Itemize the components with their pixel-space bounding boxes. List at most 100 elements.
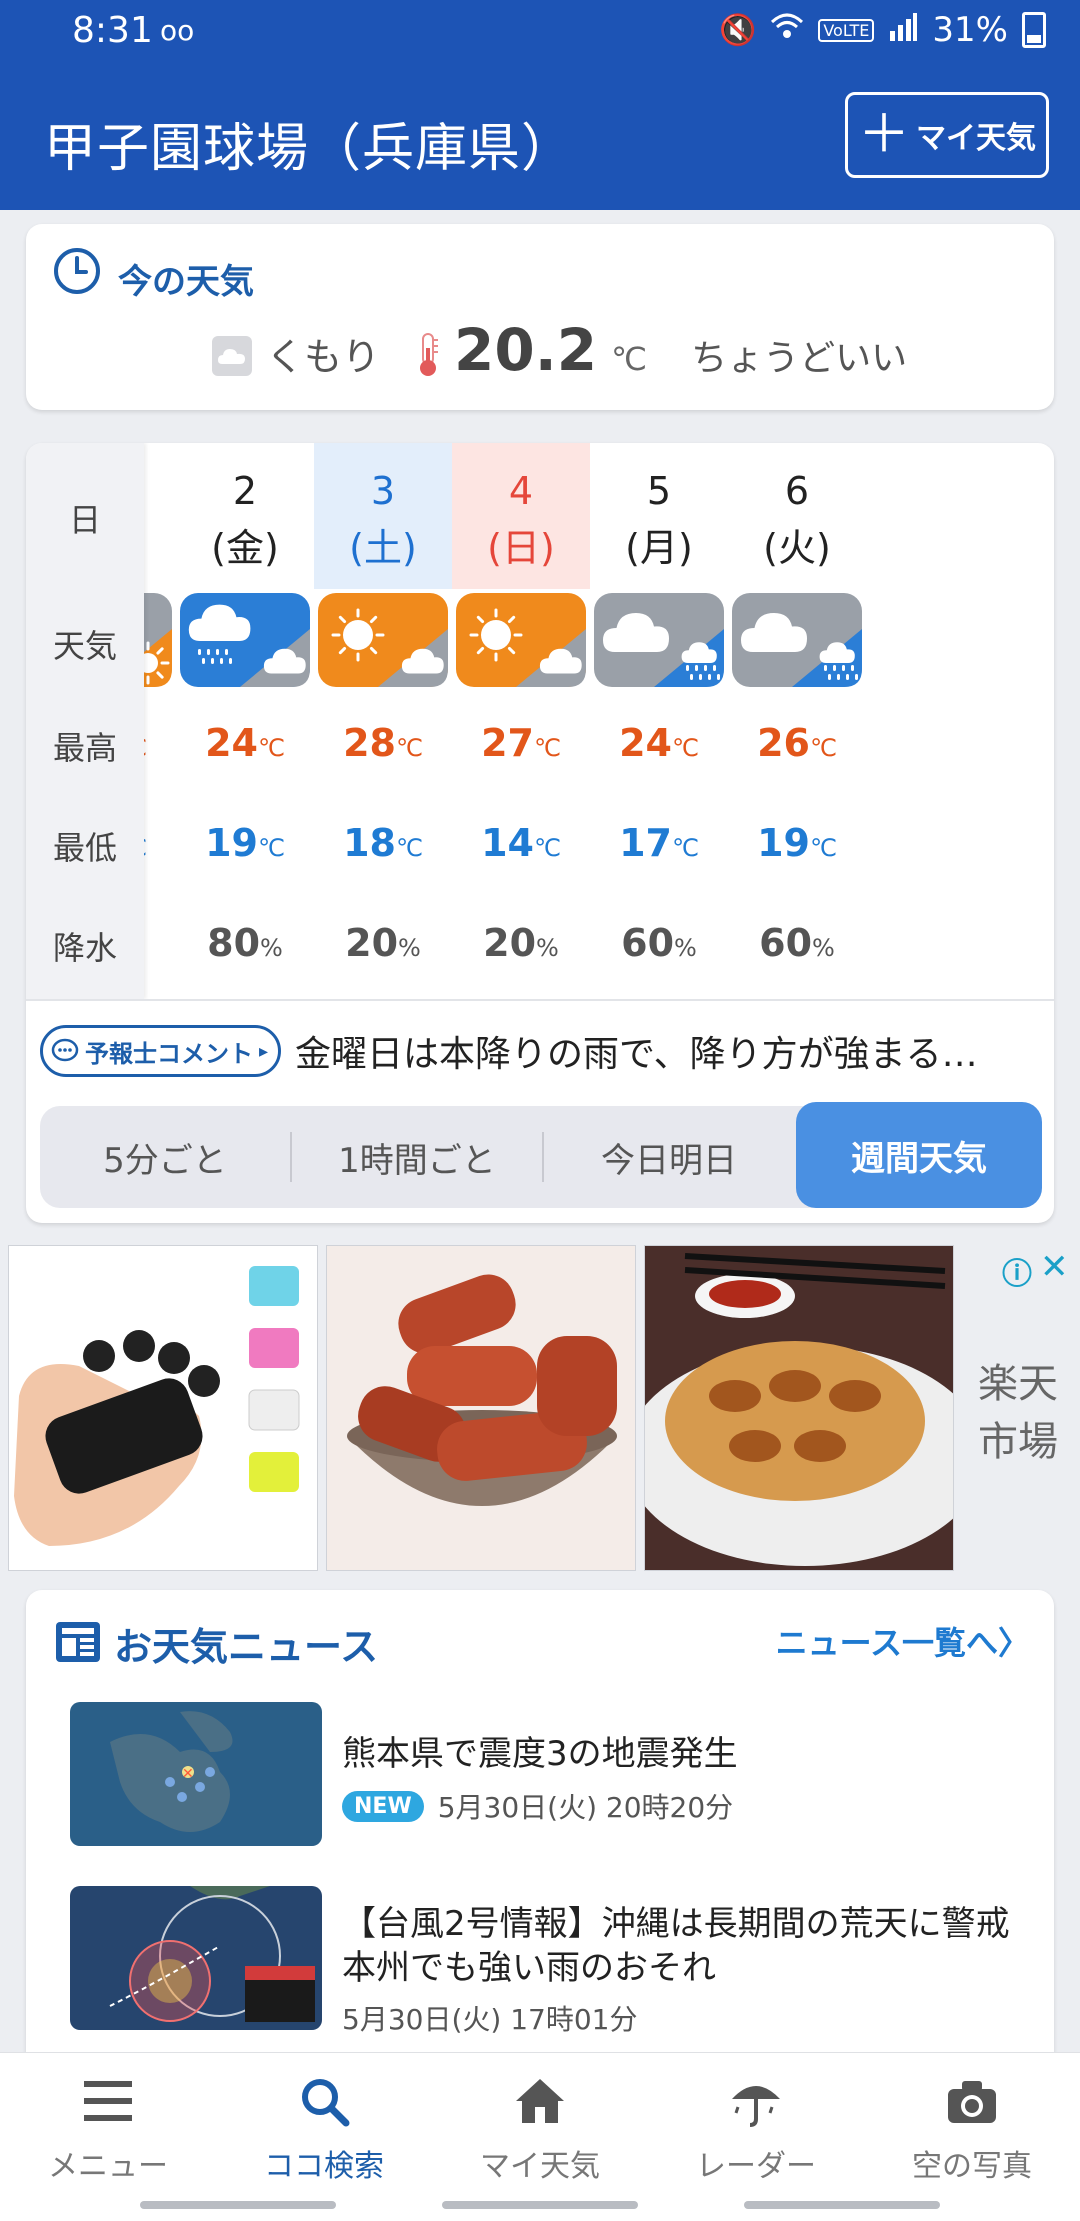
forecast-day-header: 6 (火) [728, 443, 866, 589]
triangle-right-icon: ▸ [259, 1040, 269, 1062]
forecast-day-column[interactable]: 6 (火) 26℃ 19℃ 60% [728, 443, 866, 999]
current-temperature-unit: ℃ [611, 340, 648, 378]
battery-percent: 31% [932, 10, 1008, 50]
forecast-high: 24℃ [205, 721, 285, 765]
news-section-title: お天気ニュース [114, 1625, 379, 1669]
gesture-bar [442, 2201, 638, 2209]
forecast-low: 19℃ [757, 821, 837, 865]
ad-image-hand-grip[interactable] [8, 1245, 318, 1571]
forecast-weekday: (月) [625, 526, 693, 570]
tab-weekly[interactable]: 週間天気 [796, 1102, 1042, 1208]
row-label-high: 最高 [52, 729, 117, 767]
current-weather-card[interactable]: 今の天気 くもり 20.2 ℃ ちょうどいい [26, 224, 1054, 410]
newspaper-icon [56, 1622, 100, 1662]
forecast-high: 24℃ [619, 721, 699, 765]
row-label-precip: 降水 [52, 929, 117, 967]
current-weather-title: 今の天気 [118, 262, 254, 302]
forecast-precip: 20% [345, 921, 421, 965]
ad-brand-line2: 市場 [978, 1419, 1058, 1465]
news-item[interactable]: ✕ 熊本県で震度3の地震発生 NEW 5月30日(火) 20時20分 [70, 1702, 1030, 1852]
wifi-icon [770, 12, 804, 48]
tab-5min[interactable]: 5分ごと [40, 1106, 290, 1208]
forecast-precip: 20% [483, 921, 559, 965]
current-temperature: 20.2 [454, 316, 598, 384]
speech-bubble-icon [51, 1038, 79, 1062]
cloudy-icon [212, 336, 252, 376]
nav-label: メニュー [48, 2149, 168, 2184]
forecast-day-header: 2 (金) [176, 443, 314, 589]
forecaster-comment[interactable]: 予報士コメント ▸ 金曜日は本降りの雨で、降り方が強まる… [40, 1021, 1040, 1081]
umbrella-icon [732, 2086, 780, 2127]
news-list-link[interactable]: ニュース一覧へ〉 [776, 1618, 1030, 1664]
ad-image-gyoza[interactable] [644, 1245, 954, 1571]
news-headline: 【台風2号情報】沖縄は長期間の荒天に警戒 本州でも強い雨のおそれ [342, 1904, 1044, 1988]
thermometer-icon [420, 333, 439, 376]
add-my-weather-button[interactable]: ＋ マイ天気 [845, 92, 1049, 178]
voicemail-icon: oo [160, 14, 195, 47]
gesture-bar [744, 2201, 940, 2209]
battery-icon [1022, 12, 1046, 48]
forecast-date: 5 [646, 469, 672, 513]
forecast-high: 27℃ [481, 721, 561, 765]
nav-search[interactable]: ココ検索 [224, 2063, 424, 2184]
svg-text:✕: ✕ [182, 1766, 194, 1782]
forecast-day-column[interactable]: 5 (月) 24℃ 17℃ 60% [590, 443, 728, 999]
nav-label: 空の写真 [912, 2149, 1032, 2184]
forecast-day-header: 5 (月) [590, 443, 728, 589]
ad-close-icon[interactable]: ✕ [1040, 1247, 1069, 1287]
ad-banner[interactable]: ⓘ ✕ 楽天 市場 [0, 1245, 1080, 1575]
sunny-then-cloudy-icon [318, 593, 448, 687]
app-header: 甲子園球場（兵庫県） ＋ マイ天気 [0, 66, 1080, 210]
home-icon [516, 2079, 564, 2123]
forecast-days: 1 (水) 2℃ 7℃ 0% 1 (木) 23℃ 17℃ 40% 2 (金) [26, 443, 1054, 999]
forecast-high: 28℃ [343, 721, 423, 765]
my-weather-button-label: マイ天気 [916, 121, 1036, 156]
forecast-scroll-area[interactable]: 1 (水) 2℃ 7℃ 0% 1 (木) 23℃ 17℃ 40% 2 (金) [26, 443, 1054, 999]
forecast-day-column[interactable]: 3 (土) 28℃ 18℃ 20% [314, 443, 452, 999]
forecast-date: 6 [784, 469, 810, 513]
forecast-low: 17℃ [619, 821, 699, 865]
forecast-day-header: 4 (日) [452, 443, 590, 589]
forecaster-comment-text: 金曜日は本降りの雨で、降り方が強まる… [295, 1034, 978, 1075]
forecast-weekday: (金) [211, 526, 279, 570]
forecast-low: 19℃ [205, 821, 285, 865]
forecast-day-header: 3 (土) [314, 443, 452, 589]
forecast-date: 4 [508, 469, 534, 513]
divider [26, 999, 1054, 1001]
status-icons: 🔇 VoLTE 31% [719, 10, 1046, 50]
nav-radar[interactable]: レーダー [656, 2063, 856, 2184]
news-item[interactable]: 【台風2号情報】沖縄は長期間の荒天に警戒 本州でも強い雨のおそれ 5月30日(火… [70, 1886, 1044, 2036]
status-bar: 8:31 oo 🔇 VoLTE 31% [0, 0, 1080, 66]
forecast-high: 26℃ [757, 721, 837, 765]
rain-then-cloudy-icon [180, 593, 310, 687]
plus-icon: ＋ [857, 105, 910, 165]
forecast-day-column[interactable]: 4 (日) 27℃ 14℃ 20% [452, 443, 590, 999]
nav-sky-photos[interactable]: 空の写真 [872, 2063, 1072, 2184]
ad-info-icon[interactable]: ⓘ [1002, 1249, 1032, 1293]
news-thumbnail-earthquake-map: ✕ [70, 1702, 322, 1846]
forecast-weekday: (土) [349, 526, 417, 570]
forecaster-comment-badge[interactable]: 予報士コメント ▸ [40, 1025, 282, 1077]
forecast-weekday: (日) [487, 526, 555, 570]
news-date: 5月30日(火) 20時20分 [437, 1791, 734, 1824]
signal-icon [888, 10, 918, 50]
tab-today-tomorrow[interactable]: 今日明日 [544, 1106, 794, 1208]
forecast-row-labels: 日 天気 最高 最低 降水 [26, 443, 144, 999]
news-headline: 熊本県で震度3の地震発生 [342, 1734, 738, 1774]
forecast-weekday: (火) [763, 526, 831, 570]
page-title: 甲子園球場（兵庫県） [44, 119, 575, 179]
nav-menu[interactable]: メニュー [8, 2063, 208, 2184]
nav-my-weather[interactable]: マイ天気 [440, 2063, 640, 2184]
forecast-low: 14℃ [481, 821, 561, 865]
menu-icon [84, 2081, 132, 2121]
forecast-precip: 80% [207, 921, 283, 965]
current-feel: ちょうどいい [691, 338, 908, 379]
tab-hourly[interactable]: 1時間ごと [292, 1106, 542, 1208]
ad-brand[interactable]: 楽天 市場 [970, 1355, 1066, 1471]
new-badge: NEW [342, 1790, 424, 1822]
bottom-navigation: メニュー ココ検索 マイ天気 レーダー 空の写真 [0, 2052, 1080, 2221]
row-label-day: 日 [68, 501, 101, 539]
forecast-day-column[interactable]: 2 (金) 24℃ 19℃ 80% [176, 443, 314, 999]
ad-image-karinto[interactable] [326, 1245, 636, 1571]
row-label-weather: 天気 [52, 627, 117, 665]
